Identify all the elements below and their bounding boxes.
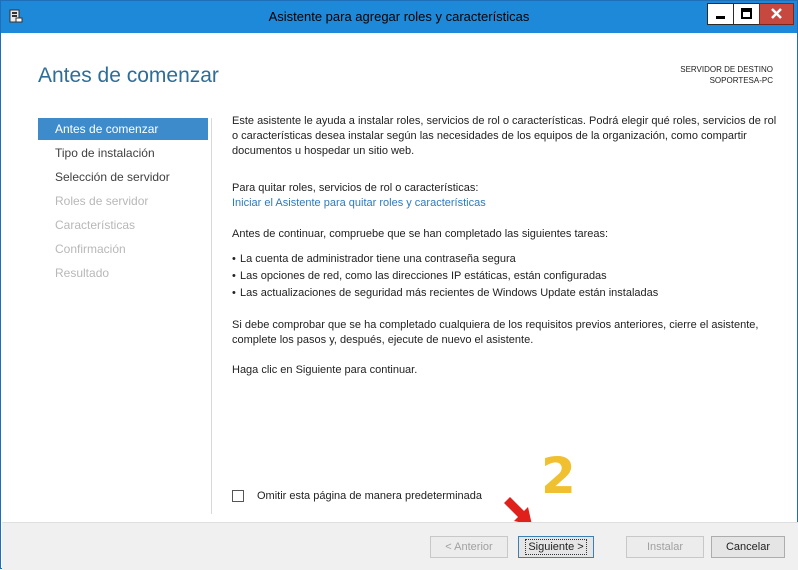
cancel-button[interactable]: Cancelar — [711, 536, 785, 558]
remove-heading: Para quitar roles, servicios de rol o ca… — [232, 182, 479, 194]
tasks-list: • La cuenta de administrador tiene una co… — [232, 251, 658, 302]
tasks-heading: Antes de continuar, compruebe que se han… — [232, 228, 609, 240]
nav-item-caracteristicas: Características — [55, 218, 136, 232]
bullet-icon: • — [232, 253, 236, 265]
wizard-window: Asistente para agregar roles y caracterí… — [0, 0, 798, 570]
skip-page-label[interactable]: Omitir esta página de manera predetermin… — [257, 488, 482, 504]
destination-server-name: SOPORTESA-PC — [709, 76, 773, 85]
back-button[interactable]: < Anterior — [430, 536, 508, 558]
install-button[interactable]: Instalar — [626, 536, 704, 558]
task-item: • La cuenta de administrador tiene una co… — [232, 251, 658, 268]
task-text: Las opciones de red, como las direccione… — [240, 270, 607, 282]
destination-server-label: SERVIDOR DE DESTINO — [680, 65, 773, 74]
minimize-button[interactable] — [707, 3, 734, 25]
task-item: • Las opciones de red, como las direccion… — [232, 268, 658, 285]
window-title: Asistente para agregar roles y caracterí… — [268, 9, 530, 24]
continue-note: Haga clic en Siguiente para continuar. — [232, 364, 418, 376]
close-icon — [771, 8, 782, 19]
button-bar: < Anterior Siguiente > Instalar Cancelar — [2, 522, 798, 570]
bullet-icon: • — [232, 287, 236, 299]
nav-item-seleccion-de-servidor[interactable]: Selección de servidor — [38, 166, 208, 188]
nav-item-tipo-de-instalacion[interactable]: Tipo de instalación — [38, 142, 208, 164]
close-button[interactable] — [759, 3, 794, 25]
step-number-annotation: 2 — [541, 447, 576, 505]
task-text: La cuenta de administrador tiene una con… — [240, 253, 516, 265]
minimize-icon — [716, 16, 725, 19]
nav-item-antes-de-comenzar[interactable]: Antes de comenzar — [38, 118, 208, 140]
prerequisites-note: Si debe comprobar que se ha completado c… — [232, 319, 759, 346]
nav-divider — [211, 118, 212, 514]
nav-item-roles-de-servidor: Roles de servidor — [55, 194, 149, 208]
nav-item-confirmacion: Confirmación — [55, 242, 126, 256]
skip-page-checkbox[interactable] — [232, 490, 244, 502]
task-item: • Las actualizaciones de seguridad más re… — [232, 285, 658, 302]
next-button-label: Siguiente > — [525, 539, 587, 555]
remove-roles-link[interactable]: Iniciar el Asistente para quitar roles y… — [232, 196, 486, 211]
intro-text: Este asistente le ayuda a instalar roles… — [232, 115, 777, 157]
task-text: Las actualizaciones de seguridad más rec… — [240, 287, 659, 299]
next-button[interactable]: Siguiente > — [518, 536, 594, 558]
page-title: Antes de comenzar — [38, 64, 219, 87]
maximize-icon — [741, 8, 752, 19]
nav-item-resultado: Resultado — [55, 266, 110, 280]
bullet-icon: • — [232, 270, 236, 282]
maximize-button[interactable] — [733, 3, 760, 25]
title-bar[interactable]: Asistente para agregar roles y caracterí… — [1, 1, 797, 33]
